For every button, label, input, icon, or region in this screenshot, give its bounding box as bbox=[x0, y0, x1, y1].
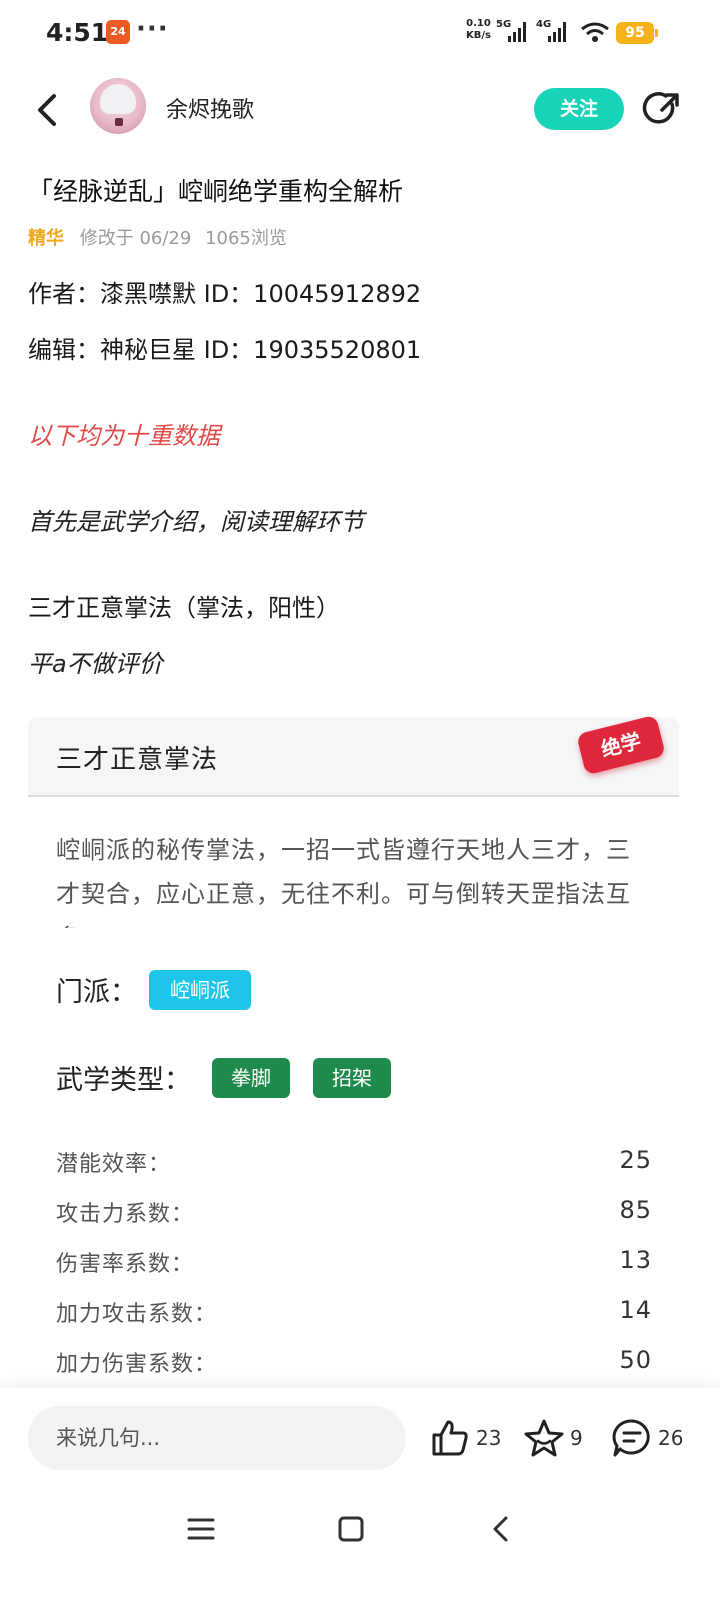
featured-tag: 精华 bbox=[28, 228, 64, 249]
post-header: 余烬挽歌 关注 bbox=[0, 70, 720, 150]
author-line: 作者：漆黑噤默 ID：10045912892 bbox=[28, 280, 422, 308]
battery-icon: 95 bbox=[616, 22, 658, 44]
stat-row: 伤害率系数： 13 bbox=[56, 1246, 652, 1286]
type-chip[interactable]: 招架 bbox=[313, 1058, 391, 1098]
stat-name: 加力攻击系数： bbox=[56, 1302, 218, 1327]
stat-row: 攻击力系数： 85 bbox=[56, 1196, 652, 1236]
intro-text: 首先是武学介绍，阅读理解环节 bbox=[28, 508, 364, 536]
stat-value: 13 bbox=[619, 1246, 652, 1274]
avatar[interactable] bbox=[90, 78, 146, 134]
comment-button[interactable]: 26 bbox=[612, 1418, 686, 1458]
stat-name: 攻击力系数： bbox=[56, 1202, 195, 1227]
menu-icon[interactable] bbox=[186, 1514, 216, 1544]
comment-input[interactable]: 来说几句... bbox=[28, 1406, 406, 1470]
status-time: 4:51 bbox=[46, 18, 109, 47]
stat-row: 加力伤害系数： 50 bbox=[56, 1346, 652, 1386]
type-chip[interactable]: 拳脚 bbox=[212, 1058, 290, 1098]
comment-count: 26 bbox=[658, 1426, 684, 1450]
skill-heading: 三才正意掌法（掌法，阳性） bbox=[28, 594, 340, 622]
thumbs-up-icon bbox=[432, 1420, 468, 1456]
svg-text:4G: 4G bbox=[536, 19, 551, 30]
data-note: 以下均为十重数据 bbox=[28, 422, 220, 450]
stat-row: 潜能效率： 25 bbox=[56, 1146, 652, 1186]
system-nav-bar bbox=[0, 1488, 720, 1600]
wifi-icon bbox=[581, 22, 609, 42]
author-username[interactable]: 余烬挽歌 bbox=[166, 92, 254, 124]
stat-value: 14 bbox=[619, 1296, 652, 1324]
stat-name: 潜能效率： bbox=[56, 1152, 172, 1177]
skill-card-title: 三才正意掌法 bbox=[56, 745, 219, 775]
svg-text:5G: 5G bbox=[496, 19, 511, 30]
sect-label: 门派： bbox=[56, 977, 137, 1008]
status-bar: 4:51 24 ··· 0.10 KB/s 5G 4G 95 bbox=[0, 0, 720, 64]
back-arrow-icon[interactable] bbox=[28, 88, 68, 132]
skill-description: 崆峒派的秘传掌法，一招一式皆遵行天地人三才，三才契合，应心正意，无往不利。可与倒… bbox=[56, 836, 631, 928]
type-label: 武学类型： bbox=[56, 1065, 191, 1096]
modified-date: 修改于 06/29 bbox=[79, 228, 192, 249]
net-speed: 0.10 KB/s bbox=[466, 18, 491, 41]
post-meta: 精华 修改于 06/29 1065浏览 bbox=[28, 224, 287, 250]
favorite-button[interactable]: 9 bbox=[524, 1418, 588, 1458]
action-bar: 来说几句... 23 9 26 bbox=[0, 1388, 720, 1488]
comment-icon bbox=[612, 1419, 650, 1457]
share-icon[interactable] bbox=[642, 90, 682, 130]
follow-button[interactable]: 关注 bbox=[534, 88, 624, 130]
signal-icon: 4G bbox=[536, 19, 566, 42]
nav-back-icon[interactable] bbox=[486, 1514, 516, 1544]
editor-line: 编辑：神秘巨星 ID：19035520801 bbox=[28, 336, 422, 364]
signal-icon: 5G bbox=[496, 19, 526, 42]
stat-name: 伤害率系数： bbox=[56, 1252, 195, 1277]
post-title: 「经脉逆乱」崆峒绝学重构全解析 bbox=[28, 177, 404, 206]
app-notification-icon: 24 bbox=[106, 20, 130, 44]
stat-value: 85 bbox=[619, 1196, 652, 1224]
like-button[interactable]: 23 bbox=[430, 1418, 504, 1458]
sect-chip[interactable]: 崆峒派 bbox=[149, 970, 251, 1010]
stat-value: 50 bbox=[619, 1346, 652, 1374]
home-icon[interactable] bbox=[336, 1514, 366, 1544]
like-count: 23 bbox=[476, 1426, 502, 1450]
stat-value: 25 bbox=[619, 1146, 652, 1174]
view-count: 1065浏览 bbox=[205, 228, 287, 249]
favorite-count: 9 bbox=[570, 1426, 583, 1450]
star-icon bbox=[524, 1419, 564, 1457]
stat-row: 加力攻击系数： 14 bbox=[56, 1296, 652, 1336]
skill-comment: 平a不做评价 bbox=[28, 650, 163, 678]
more-notifications-icon: ··· bbox=[136, 14, 169, 44]
stat-name: 加力伤害系数： bbox=[56, 1352, 218, 1377]
